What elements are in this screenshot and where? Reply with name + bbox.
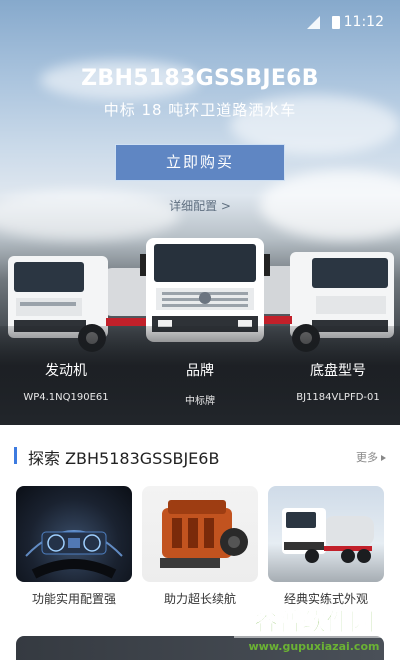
signal-icon <box>307 16 320 29</box>
explore-cards: 功能实用配置强 助力超长续航 经典实练式外观 <box>16 486 384 606</box>
spec-value: 中标牌 <box>185 396 215 407</box>
truck-image <box>268 486 384 582</box>
hero-banner: 11:12 ZBH5183GSSBJE6B 中标 18 吨环卫道路洒水车 立即购… <box>0 0 400 425</box>
spec-row: 发动机 WP4.1NQ190E61 品牌 中标牌 底盘型号 BJ1184VLPF… <box>0 360 400 410</box>
explore-title: 探索 ZBH5183GSSBJE6B <box>28 449 220 468</box>
battery-icon <box>332 16 340 29</box>
watermark-logo: 谷普软件园 www.gupuxiazai.com <box>234 604 394 653</box>
spec-label: 底盘型号 <box>310 363 366 379</box>
spec-value: WP4.1NQ190E61 <box>23 392 109 403</box>
buy-now-button[interactable]: 立即购买 <box>115 144 285 181</box>
svg-text:谷普软件园: 谷普软件园 <box>254 608 374 636</box>
status-bar: 11:12 <box>0 0 400 44</box>
status-time: 11:12 <box>343 14 384 30</box>
spec-brand: 品牌 中标牌 <box>144 360 256 407</box>
spec-chassis: 底盘型号 BJ1184VLPFD-01 <box>280 360 396 403</box>
chevron-right-icon <box>381 455 386 461</box>
spec-engine: 发动机 WP4.1NQ190E61 <box>10 360 122 403</box>
more-label: 更多 <box>356 451 378 464</box>
engine-image <box>142 486 258 582</box>
model-subtitle: 中标 18 吨环卫道路洒水车 <box>103 101 297 119</box>
svg-text:www.gupuxiazai.com: www.gupuxiazai.com <box>249 640 380 653</box>
explore-card[interactable]: 经典实练式外观 <box>268 486 384 607</box>
model-title: ZBH5183GSSBJE6B <box>81 66 319 91</box>
card-label: 功能实用配置强 <box>31 592 116 606</box>
explore-card[interactable]: 助力超长续航 <box>142 486 258 607</box>
spec-label: 发动机 <box>45 363 87 379</box>
dashboard-image <box>16 486 132 582</box>
detail-config-link[interactable]: 详细配置 > <box>0 197 400 214</box>
more-link[interactable]: 更多 <box>356 449 386 465</box>
spec-label: 品牌 <box>186 363 214 379</box>
explore-header: 探索 ZBH5183GSSBJE6B 更多 <box>14 441 386 469</box>
accent-bar <box>14 447 17 464</box>
spec-value: BJ1184VLPFD-01 <box>296 392 380 403</box>
explore-card[interactable]: 功能实用配置强 <box>16 486 132 607</box>
